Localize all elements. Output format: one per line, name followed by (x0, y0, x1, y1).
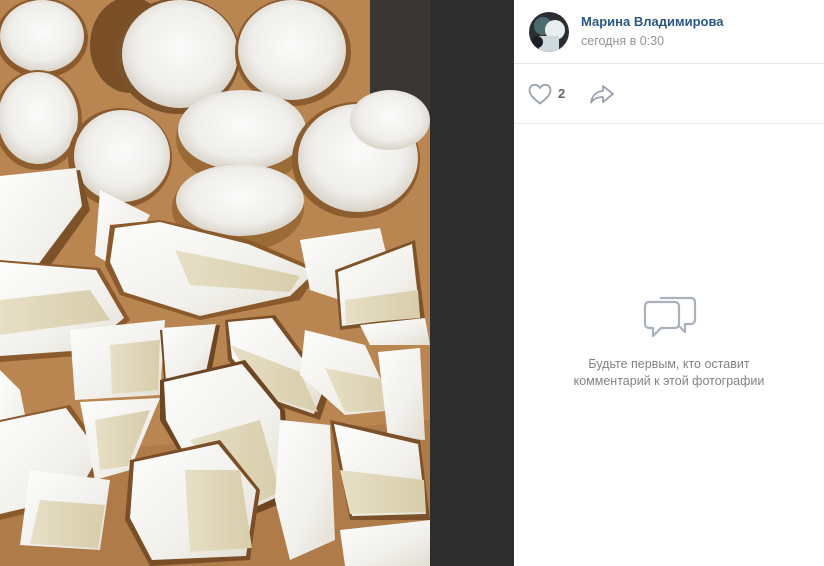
share-arrow-icon (590, 84, 615, 103)
photo-viewer: Марина Владимирова сегодня в 0:30 2 Будь… (0, 0, 824, 566)
photo-image (0, 0, 430, 566)
like-count: 2 (558, 86, 566, 101)
photo[interactable] (0, 0, 430, 566)
heart-icon (528, 83, 552, 104)
empty-comments: Будьте первым, кто оставит комментарий к… (514, 290, 824, 390)
author-name-link[interactable]: Марина Владимирова (581, 14, 724, 30)
speech-bubbles-icon (643, 296, 697, 338)
avatar[interactable] (529, 11, 569, 52)
post-timestamp[interactable]: сегодня в 0:30 (581, 33, 724, 49)
info-panel: Марина Владимирова сегодня в 0:30 2 Будь… (514, 0, 824, 566)
empty-comments-message: Будьте первым, кто оставит комментарий к… (573, 357, 765, 388)
author-block: Марина Владимирова сегодня в 0:30 (514, 0, 824, 64)
share-button[interactable] (589, 84, 615, 104)
avatar-image (529, 11, 569, 52)
like-button[interactable]: 2 (528, 83, 565, 105)
viewer-backdrop (430, 0, 514, 566)
action-bar: 2 (514, 64, 824, 124)
